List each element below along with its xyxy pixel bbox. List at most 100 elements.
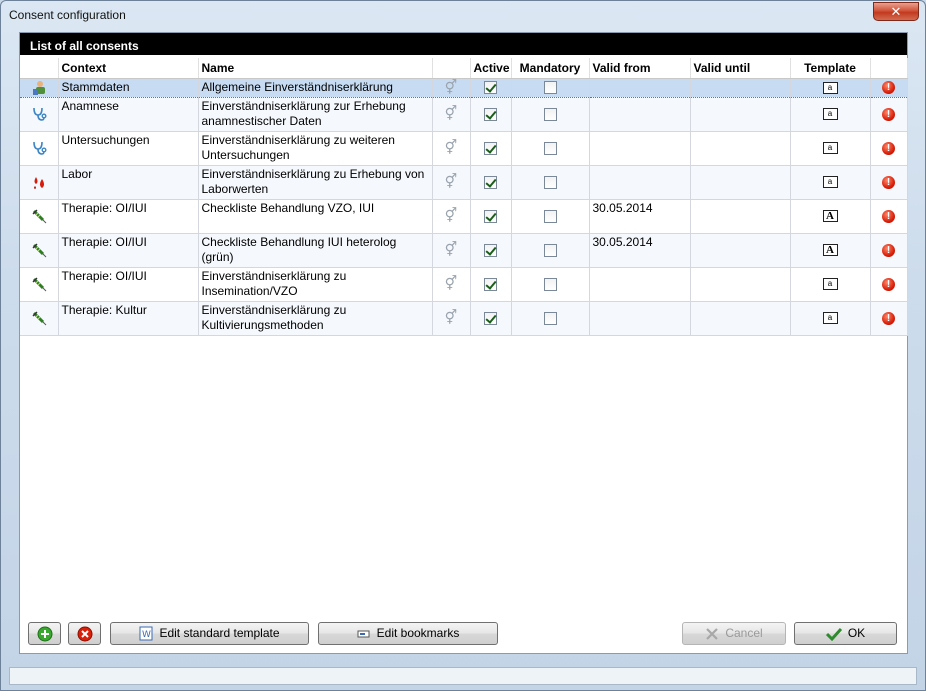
consent-configuration-window: Consent configuration ✕ List of all cons… xyxy=(0,0,926,691)
add-button[interactable] xyxy=(28,622,61,645)
name-cell: Checkliste Behandlung VZO, IUI xyxy=(198,199,433,234)
column-header-active[interactable]: Active xyxy=(470,58,512,79)
context-cell: Untersuchungen xyxy=(58,131,199,166)
column-header-context[interactable]: Context xyxy=(58,58,199,79)
name-cell: Checkliste Behandlung IUI heterolog (grü… xyxy=(198,233,433,268)
warning-icon: ! xyxy=(882,81,895,95)
valid-until-cell[interactable] xyxy=(690,97,791,132)
valid-until-cell[interactable] xyxy=(690,233,791,268)
active-checkbox[interactable] xyxy=(484,141,497,155)
table-row[interactable]: Therapie: OI/IUI Einverständniserklärung … xyxy=(20,267,908,302)
edit-bookmarks-button[interactable]: Edit bookmarks xyxy=(318,622,498,645)
gender-icon: ⚥ xyxy=(444,275,458,291)
valid-until-cell[interactable] xyxy=(690,165,791,200)
valid-until-cell[interactable] xyxy=(690,131,791,166)
active-cell xyxy=(470,233,512,268)
column-header-gender xyxy=(432,58,471,79)
template-icon[interactable]: A xyxy=(822,210,838,223)
valid-from-cell[interactable]: 30.05.2014 xyxy=(589,199,691,234)
mandatory-checkbox[interactable] xyxy=(543,107,557,121)
column-header-valid-until[interactable]: Valid until xyxy=(690,58,791,79)
close-button[interactable]: ✕ xyxy=(873,2,919,21)
template-icon[interactable]: a xyxy=(822,81,838,94)
ok-button[interactable]: OK xyxy=(794,622,897,645)
active-checkbox[interactable] xyxy=(484,209,497,223)
context-cell: Therapie: OI/IUI xyxy=(58,267,199,302)
mandatory-checkbox[interactable] xyxy=(543,81,557,95)
template-icon[interactable]: a xyxy=(822,108,838,121)
valid-from-cell[interactable] xyxy=(589,301,691,336)
title-bar[interactable]: Consent configuration ✕ xyxy=(1,1,925,31)
active-checkbox[interactable] xyxy=(484,81,497,95)
column-header-template[interactable]: Template xyxy=(790,58,871,79)
column-header-name[interactable]: Name xyxy=(198,58,433,79)
valid-from-cell[interactable] xyxy=(589,97,691,132)
table-row[interactable]: Untersuchungen Einverständniserklärung zu… xyxy=(20,131,908,166)
valid-until-cell[interactable] xyxy=(690,199,791,234)
warning-icon: ! xyxy=(882,277,895,291)
template-cell: a xyxy=(790,301,871,336)
syringe-icon xyxy=(31,208,47,224)
mandatory-checkbox[interactable] xyxy=(543,209,557,223)
mandatory-cell xyxy=(511,131,590,166)
template-icon[interactable]: a xyxy=(822,312,838,325)
delete-button[interactable] xyxy=(68,622,101,645)
status-cell: ! xyxy=(870,131,908,166)
mandatory-cell xyxy=(511,199,590,234)
valid-until-cell[interactable] xyxy=(690,267,791,302)
bookmark-icon xyxy=(357,630,370,638)
active-checkbox[interactable] xyxy=(484,175,497,189)
valid-until-cell[interactable] xyxy=(690,77,791,98)
template-icon[interactable]: a xyxy=(822,142,838,155)
active-cell xyxy=(470,97,512,132)
valid-from-cell[interactable] xyxy=(589,131,691,166)
context-icon-cell xyxy=(20,165,59,200)
status-cell: ! xyxy=(870,165,908,200)
gender-cell: ⚥ xyxy=(432,233,471,268)
status-cell: ! xyxy=(870,267,908,302)
table-row[interactable]: Anamnese Einverständniserklärung zur Erhe… xyxy=(20,97,908,132)
table-row[interactable]: Therapie: OI/IUI Checkliste Behandlung IU… xyxy=(20,233,908,268)
template-icon[interactable]: a xyxy=(822,278,838,291)
valid-from-cell[interactable] xyxy=(589,165,691,200)
template-icon[interactable]: A xyxy=(822,244,838,257)
edit-standard-template-button[interactable]: W Edit standard template xyxy=(110,622,309,645)
gender-cell: ⚥ xyxy=(432,131,471,166)
mandatory-checkbox[interactable] xyxy=(543,311,557,325)
valid-until-cell[interactable] xyxy=(690,301,791,336)
valid-from-cell[interactable] xyxy=(589,77,691,98)
mandatory-checkbox[interactable] xyxy=(543,175,557,189)
name-cell: Einverständniserklärung zu Erhebung von … xyxy=(198,165,433,200)
valid-from-cell[interactable]: 30.05.2014 xyxy=(589,233,691,268)
context-cell: Labor xyxy=(58,165,199,200)
mandatory-checkbox[interactable] xyxy=(543,277,557,291)
table-row[interactable]: Therapie: Kultur Einverständniserklärung … xyxy=(20,301,908,336)
context-cell: Anamnese xyxy=(58,97,199,132)
table-row[interactable]: Therapie: OI/IUI Checkliste Behandlung VZ… xyxy=(20,199,908,234)
column-header-valid-from[interactable]: Valid from xyxy=(589,58,691,79)
context-cell: Therapie: OI/IUI xyxy=(58,233,199,268)
active-checkbox[interactable] xyxy=(484,277,497,291)
context-icon-cell xyxy=(20,97,59,132)
ok-label: OK xyxy=(847,626,866,640)
valid-from-cell[interactable] xyxy=(589,267,691,302)
syringe-icon xyxy=(31,242,47,258)
blood-drops-icon xyxy=(31,174,47,190)
table-row[interactable]: Labor Einverständniserklärung zu Erhebung… xyxy=(20,165,908,200)
mandatory-checkbox[interactable] xyxy=(543,243,557,257)
template-icon[interactable]: a xyxy=(822,176,838,189)
status-cell: ! xyxy=(870,97,908,132)
context-cell: Stammdaten xyxy=(58,77,199,98)
gender-cell: ⚥ xyxy=(432,301,471,336)
active-checkbox[interactable] xyxy=(484,311,497,325)
active-checkbox[interactable] xyxy=(484,243,497,257)
word-document-icon: W xyxy=(139,626,153,641)
cancel-button[interactable]: Cancel xyxy=(682,622,786,645)
template-cell: a xyxy=(790,131,871,166)
mandatory-cell xyxy=(511,301,590,336)
active-checkbox[interactable] xyxy=(484,107,497,121)
table-row[interactable]: Stammdaten Allgemeine Einverständniserklä… xyxy=(20,77,908,98)
mandatory-checkbox[interactable] xyxy=(543,141,557,155)
column-header-mandatory[interactable]: Mandatory xyxy=(511,58,590,79)
mandatory-cell xyxy=(511,233,590,268)
